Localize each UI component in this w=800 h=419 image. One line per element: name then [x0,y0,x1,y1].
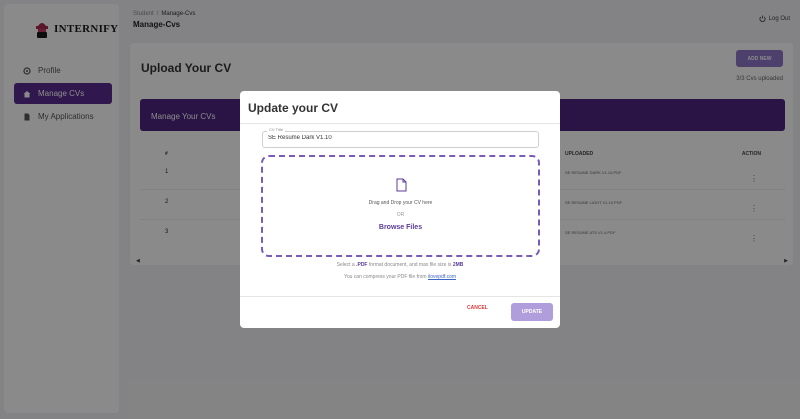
hint-prefix: Select a [336,262,355,268]
cv-title-label: CV Title [267,127,286,132]
compress-link[interactable]: ilovepdf.com [428,274,456,280]
update-cv-dialog: Update your CV CV Title Drag and Drop yo… [240,91,560,328]
file-dropzone[interactable]: Drag and Drop your CV here OR Browse Fil… [261,155,540,257]
modal-title: Update your CV [248,101,339,115]
cv-title-field[interactable]: CV Title [262,127,539,148]
compress-prefix: You can compress your PDF file from [343,274,427,280]
file-format-hint: Select a .PDF format document, and max f… [240,262,560,268]
modal-footer-divider [240,296,560,297]
modal-divider [240,123,560,124]
cv-title-input[interactable] [268,135,528,141]
cancel-button[interactable]: CANCEL [467,305,488,311]
drag-drop-text: Drag and Drop your CV here [368,200,433,206]
or-text: OR [396,212,405,218]
file-icon [396,178,407,192]
hint-size: 2MB [452,262,464,268]
update-button[interactable]: UPDATE [511,303,553,321]
hint-middle: format document, and max file size is [368,262,452,268]
compress-hint: You can compress your PDF file from ilov… [240,274,560,280]
hint-format: .PDF [356,262,368,268]
browse-files-link[interactable]: Browse Files [263,224,538,231]
